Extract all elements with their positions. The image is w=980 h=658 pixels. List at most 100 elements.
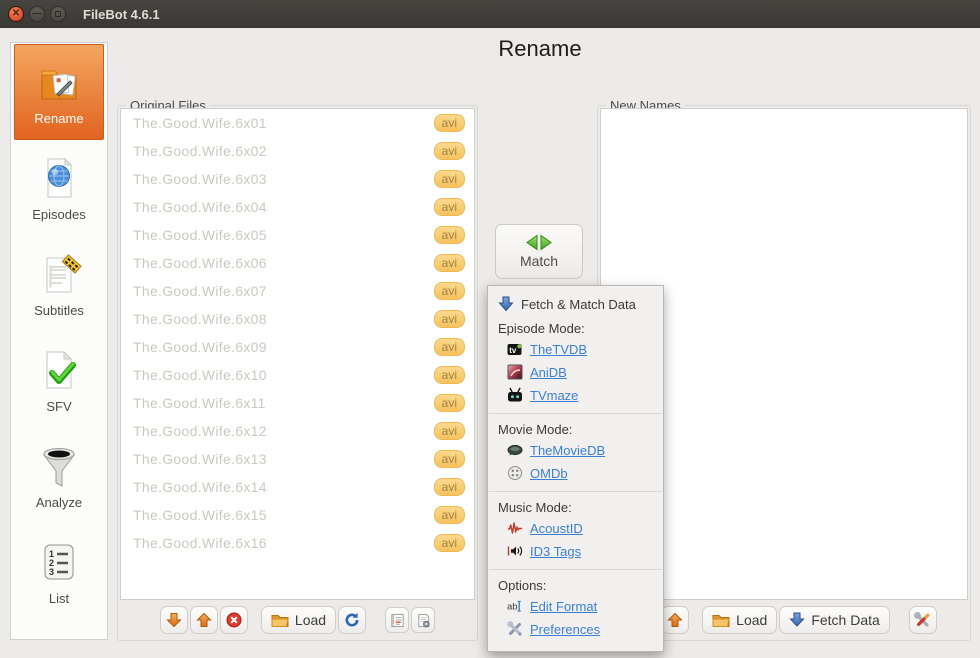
preferences-link[interactable]: Preferences [530, 622, 600, 637]
file-extension-badge: avi [433, 534, 465, 552]
load-files-button[interactable]: Load [260, 606, 337, 634]
refresh-button[interactable] [338, 606, 367, 634]
file-name: The.Good.Wife.6x14 [133, 479, 267, 495]
move-up-button[interactable] [189, 606, 218, 634]
sidebar-item-label: Analyze [35, 495, 83, 510]
arrow-up-icon [196, 612, 212, 627]
window-close-button[interactable]: ✕ [8, 6, 24, 22]
menu-item-anidb[interactable]: AniDB [488, 361, 663, 384]
file-row[interactable]: The.Good.Wife.6x05 avi [121, 221, 474, 249]
window-maximize-button[interactable] [50, 6, 66, 22]
file-extension-badge: avi [433, 198, 465, 216]
menu-item-tvmaze[interactable]: TVmaze [488, 384, 663, 407]
move-down-button[interactable] [159, 606, 188, 634]
settings-tools-button[interactable] [908, 606, 937, 634]
sidebar-item-rename[interactable]: Rename [14, 44, 104, 140]
file-row[interactable]: The.Good.Wife.6x16 avi [121, 529, 474, 557]
window-minimize-button[interactable]: — [29, 6, 45, 22]
id3-tags-link[interactable]: ID3 Tags [530, 544, 581, 559]
file-extension-badge: avi [433, 142, 465, 160]
menu-section-options: Options: [498, 578, 547, 593]
edit-format-icon: ab [507, 600, 521, 613]
menu-section-episode-mode: Episode Mode: [498, 321, 585, 336]
file-row[interactable]: The.Good.Wife.6x11 avi [121, 389, 474, 417]
remove-button[interactable] [219, 606, 248, 634]
maximize-icon [55, 11, 61, 17]
tvmaze-icon [508, 387, 522, 402]
original-files-list[interactable]: The.Good.Wife.6x01 avi The.Good.Wife.6x02 a… [120, 108, 475, 600]
sidebar: Rename Episodes Subtitles SFV Analyze 1 … [10, 42, 108, 640]
menu-item-edit-format[interactable]: ab Edit Format [488, 595, 663, 618]
file-row[interactable]: The.Good.Wife.6x15 avi [121, 501, 474, 529]
sidebar-item-label: Episodes [32, 207, 86, 222]
match-button-label: Match [519, 253, 559, 269]
arrow-up-icon [667, 612, 683, 627]
sidebar-item-label: Rename [34, 111, 84, 126]
file-name: The.Good.Wife.6x05 [133, 227, 267, 243]
sidebar-item-list[interactable]: 1 2 3 List [14, 524, 104, 620]
themoviedb-link[interactable]: TheMovieDB [530, 443, 605, 458]
file-row[interactable]: The.Good.Wife.6x07 avi [121, 277, 474, 305]
menu-item-omdb[interactable]: OMDb [488, 462, 663, 485]
sidebar-item-subtitles[interactable]: Subtitles [14, 236, 104, 332]
file-row[interactable]: The.Good.Wife.6x10 avi [121, 361, 474, 389]
file-row[interactable]: The.Good.Wife.6x04 avi [121, 193, 474, 221]
match-arrows-icon [526, 234, 552, 251]
analyze-funnel-icon [43, 448, 75, 487]
sfv-checkmark-icon [46, 350, 76, 389]
file-name: The.Good.Wife.6x12 [133, 423, 267, 439]
episodes-globe-icon [47, 157, 73, 198]
acoustid-link[interactable]: AcoustID [530, 521, 583, 536]
subtitles-document-icon [46, 254, 82, 293]
rename-folder-icon [41, 70, 77, 100]
file-row[interactable]: The.Good.Wife.6x06 avi [121, 249, 474, 277]
file-name: The.Good.Wife.6x10 [133, 367, 267, 383]
sidebar-item-sfv[interactable]: SFV [14, 332, 104, 428]
file-row[interactable]: The.Good.Wife.6x02 avi [121, 137, 474, 165]
load-names-button[interactable]: Load [702, 606, 778, 634]
tools-icon [914, 611, 930, 627]
menu-section-music-mode: Music Mode: [498, 500, 572, 515]
sidebar-item-episodes[interactable]: Episodes [14, 140, 104, 236]
file-row[interactable]: The.Good.Wife.6x08 avi [121, 305, 474, 333]
menu-item-acoustid[interactable]: AcoustID [488, 517, 663, 540]
fetch-data-button[interactable]: Fetch Data [779, 606, 890, 634]
menu-item-id3-tags[interactable]: ID3 Tags [488, 540, 663, 563]
original-files-toolbar: Load [118, 600, 477, 640]
sidebar-item-analyze[interactable]: Analyze [14, 428, 104, 524]
id3-speaker-icon [507, 546, 523, 556]
svg-text:tv: tv [509, 346, 517, 355]
tvmaze-link[interactable]: TVmaze [530, 388, 578, 403]
edit-format-link[interactable]: Edit Format [530, 599, 597, 614]
omdb-icon [508, 466, 522, 480]
file-row[interactable]: The.Good.Wife.6x14 avi [121, 473, 474, 501]
menu-item-themoviedb[interactable]: TheMovieDB [488, 439, 663, 462]
file-row[interactable]: The.Good.Wife.6x12 avi [121, 417, 474, 445]
history-button[interactable] [385, 607, 410, 633]
file-extension-badge: avi [433, 394, 465, 412]
file-extension-badge: avi [433, 422, 465, 440]
validate-button[interactable] [411, 607, 436, 633]
file-extension-badge: avi [433, 506, 465, 524]
match-button[interactable]: Match [495, 224, 583, 279]
file-extension-badge: avi [433, 226, 465, 244]
thetvdb-link[interactable]: TheTVDB [530, 342, 587, 357]
file-name: The.Good.Wife.6x04 [133, 199, 267, 215]
sidebar-item-label: Subtitles [34, 303, 84, 318]
refresh-icon [345, 612, 359, 627]
file-name: The.Good.Wife.6x03 [133, 171, 267, 187]
file-extension-badge: avi [433, 338, 465, 356]
move-up-button[interactable] [661, 606, 690, 634]
menu-item-thetvdb[interactable]: tv TheTVDB [488, 338, 663, 361]
file-row[interactable]: The.Good.Wife.6x01 avi [121, 109, 474, 137]
file-name: The.Good.Wife.6x02 [133, 143, 267, 159]
omdb-link[interactable]: OMDb [530, 466, 568, 481]
menu-item-preferences[interactable]: Preferences [488, 618, 663, 641]
file-extension-badge: avi [433, 450, 465, 468]
file-name: The.Good.Wife.6x09 [133, 339, 267, 355]
file-row[interactable]: The.Good.Wife.6x09 avi [121, 333, 474, 361]
file-row[interactable]: The.Good.Wife.6x03 avi [121, 165, 474, 193]
acoustid-waveform-icon [508, 522, 522, 534]
file-row[interactable]: The.Good.Wife.6x13 avi [121, 445, 474, 473]
anidb-link[interactable]: AniDB [530, 365, 567, 380]
